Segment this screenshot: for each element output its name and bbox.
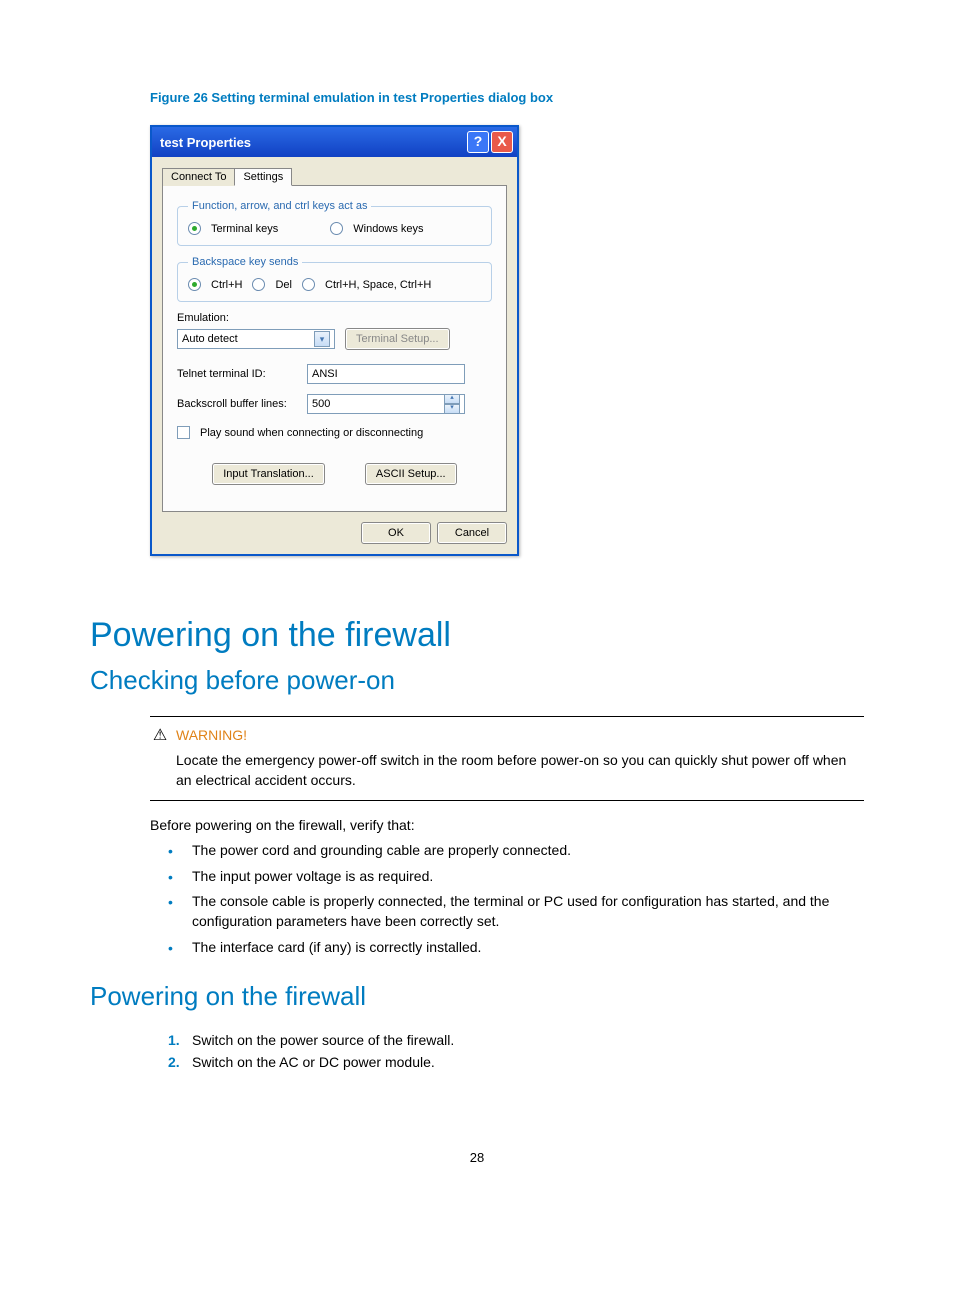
heading-powering-on-firewall-sub: Powering on the firewall [90, 981, 864, 1012]
label-del: Del [275, 279, 292, 291]
emulation-select[interactable]: Auto detect ▾ [177, 329, 335, 349]
warning-box: ⚠ WARNING! Locate the emergency power-of… [150, 716, 864, 801]
list-item: Switch on the AC or DC power module. [168, 1054, 864, 1070]
backspace-legend: Backspace key sends [188, 256, 302, 268]
warning-icon: ⚠ [150, 725, 170, 745]
list-item: The power cord and grounding cable are p… [168, 841, 864, 861]
warning-label: WARNING! [176, 727, 247, 743]
ok-button[interactable]: OK [361, 522, 431, 544]
emulation-value: Auto detect [182, 333, 238, 345]
play-sound-label: Play sound when connecting or disconnect… [200, 427, 423, 439]
heading-powering-on-firewall: Powering on the firewall [90, 616, 864, 655]
warning-text: Locate the emergency power-off switch in… [176, 751, 864, 790]
spinner-up-icon[interactable]: ▴ [444, 394, 460, 404]
close-button[interactable]: X [491, 131, 513, 153]
dialog-titlebar: test Properties ? X [152, 127, 517, 157]
telnet-id-field[interactable]: ANSI [307, 364, 465, 384]
verify-list: The power cord and grounding cable are p… [168, 841, 864, 957]
radio-windows-keys[interactable] [330, 222, 343, 235]
radio-del[interactable] [252, 278, 265, 291]
page-number: 28 [90, 1150, 864, 1165]
help-button[interactable]: ? [467, 131, 489, 153]
backscroll-spinner[interactable]: 500 ▴▾ [307, 394, 465, 414]
label-ctrl-h: Ctrl+H [211, 279, 242, 291]
spinner-down-icon[interactable]: ▾ [444, 404, 460, 414]
radio-ctrl-h[interactable] [188, 278, 201, 291]
list-item: The console cable is properly connected,… [168, 892, 864, 931]
label-windows-keys: Windows keys [353, 223, 423, 235]
cancel-button[interactable]: Cancel [437, 522, 507, 544]
tab-connect-to[interactable]: Connect To [162, 168, 235, 186]
ascii-setup-button[interactable]: ASCII Setup... [365, 463, 457, 485]
emulation-label: Emulation: [177, 312, 492, 324]
label-ctrl-h-space: Ctrl+H, Space, Ctrl+H [325, 279, 431, 291]
backspace-group: Backspace key sends Ctrl+H Del Ctrl+H, S… [177, 256, 492, 302]
figure-caption: Figure 26 Setting terminal emulation in … [150, 90, 864, 105]
play-sound-checkbox[interactable] [177, 426, 190, 439]
dialog-title: test Properties [160, 135, 465, 150]
terminal-setup-button[interactable]: Terminal Setup... [345, 328, 450, 350]
function-keys-legend: Function, arrow, and ctrl keys act as [188, 200, 371, 212]
chevron-down-icon: ▾ [314, 331, 330, 347]
list-item: The interface card (if any) is correctly… [168, 938, 864, 958]
function-keys-group: Function, arrow, and ctrl keys act as Te… [177, 200, 492, 246]
list-item: The input power voltage is as required. [168, 867, 864, 887]
radio-ctrl-h-space[interactable] [302, 278, 315, 291]
input-translation-button[interactable]: Input Translation... [212, 463, 325, 485]
tab-settings[interactable]: Settings [234, 168, 292, 186]
heading-checking-before-power-on: Checking before power-on [90, 665, 864, 696]
list-item: Switch on the power source of the firewa… [168, 1032, 864, 1048]
before-text: Before powering on the firewall, verify … [150, 817, 864, 833]
steps-list: Switch on the power source of the firewa… [168, 1032, 864, 1070]
backscroll-label: Backscroll buffer lines: [177, 398, 297, 410]
label-terminal-keys: Terminal keys [211, 223, 278, 235]
properties-dialog: test Properties ? X Connect To Settings … [150, 125, 519, 556]
telnet-label: Telnet terminal ID: [177, 368, 297, 380]
radio-terminal-keys[interactable] [188, 222, 201, 235]
